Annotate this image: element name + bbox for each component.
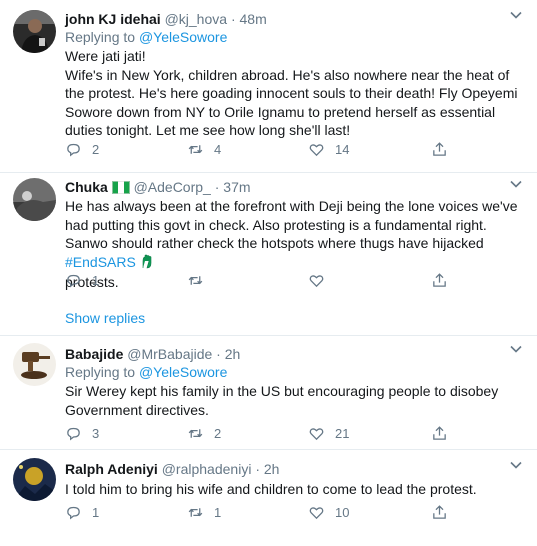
retweet-icon: [188, 145, 203, 154]
reply-button[interactable]: 3: [65, 425, 99, 442]
tweet[interactable]: Ralph Adeniyi @ralphadeniyi · 2h I told …: [0, 450, 537, 546]
retweet-button[interactable]: [187, 272, 214, 289]
reply-count: 1: [92, 273, 100, 288]
tweet[interactable]: john KJ idehai @kj_hova · 48m Replying t…: [0, 0, 537, 172]
tweet-text-line: I told him to bring his wife and childre…: [65, 481, 477, 497]
chevron-down-icon[interactable]: [509, 177, 523, 196]
user-handle[interactable]: @kj_hova: [165, 11, 227, 27]
tweet-text-line: Wife's in New York, children abroad. He'…: [65, 66, 518, 139]
replying-prefix: Replying to: [65, 29, 136, 45]
tweet-text: I told him to bring his wife and childre…: [65, 480, 520, 499]
tweet-feed: john KJ idehai @kj_hova · 48m Replying t…: [0, 0, 537, 546]
avatar[interactable]: [13, 178, 56, 221]
tweet-text: Were jati jati! Wife's in New York, chil…: [65, 47, 520, 140]
tweet-text-main: He has always been at the forefront with…: [65, 198, 518, 251]
tweet-actions: 1 1 10: [65, 504, 465, 524]
separator-dot: ·: [255, 461, 260, 477]
heart-icon: [309, 144, 324, 157]
display-name[interactable]: john KJ idehai: [65, 11, 161, 27]
separator-dot: ·: [214, 179, 220, 195]
tweet-actions: 3 2 21: [65, 425, 465, 445]
like-button[interactable]: 14: [308, 141, 349, 158]
chevron-down-icon[interactable]: [509, 342, 523, 361]
separator-dot: ·: [216, 346, 221, 362]
reply-button[interactable]: 2: [65, 141, 99, 158]
replying-to: Replying to @YeleSowore: [65, 29, 227, 45]
retweet-icon: [188, 429, 203, 438]
retweet-button[interactable]: 4: [187, 141, 221, 158]
tweet-header: john KJ idehai @kj_hova · 48m: [65, 11, 267, 27]
share-icon: [433, 505, 446, 519]
share-button[interactable]: [431, 504, 448, 521]
like-button[interactable]: 10: [308, 504, 349, 521]
retweet-count: 2: [214, 426, 222, 441]
reply-count: 3: [92, 426, 100, 441]
reply-count: 1: [92, 505, 100, 520]
replying-prefix: Replying to: [65, 364, 136, 380]
timestamp[interactable]: 2h: [225, 346, 241, 362]
share-button[interactable]: [431, 272, 448, 289]
retweet-icon: [188, 508, 203, 517]
reply-icon: [67, 506, 80, 520]
mention-link[interactable]: @YeleSowore: [139, 364, 227, 380]
separator-dot: ·: [230, 11, 236, 27]
share-icon: [433, 426, 446, 440]
mention-link[interactable]: @YeleSowore: [139, 29, 227, 45]
chevron-down-icon[interactable]: [509, 458, 523, 477]
nigeria-flag-icon: [111, 181, 130, 197]
tweet[interactable]: Babajide @MrBabajide · 2h Replying to @Y…: [0, 336, 537, 449]
show-replies-link[interactable]: Show replies: [65, 310, 145, 326]
tweet-text: Sir Werey kept his family in the US but …: [65, 382, 520, 419]
avatar[interactable]: [13, 10, 56, 53]
like-button[interactable]: [308, 272, 335, 289]
user-handle[interactable]: @ralphadeniyi: [162, 461, 252, 477]
retweet-count: 4: [214, 142, 222, 157]
retweet-count: 1: [214, 505, 222, 520]
share-button[interactable]: [431, 425, 448, 442]
tweet-header: Chuka @AdeCorp_ · 37m: [65, 179, 251, 197]
share-icon: [433, 142, 446, 156]
heart-icon: [309, 507, 324, 520]
reply-icon: [67, 427, 80, 441]
heart-icon: [309, 428, 324, 441]
replying-to: Replying to @YeleSowore: [65, 364, 227, 380]
like-count: 10: [335, 505, 350, 520]
display-name[interactable]: Babajide: [65, 346, 123, 362]
share-icon: [433, 273, 446, 287]
user-handle[interactable]: @MrBabajide: [127, 346, 212, 362]
avatar[interactable]: [13, 343, 56, 386]
tweet-actions: 1: [65, 272, 465, 292]
timestamp[interactable]: 37m: [223, 179, 250, 195]
tweet[interactable]: Chuka @AdeCorp_ · 37m He has always been…: [0, 173, 537, 333]
tweet-header: Babajide @MrBabajide · 2h: [65, 346, 240, 362]
reply-count: 2: [92, 142, 100, 157]
chevron-down-icon[interactable]: [509, 8, 523, 27]
tweet-text-line: Sir Werey kept his family in the US but …: [65, 383, 499, 418]
retweet-button[interactable]: 1: [187, 504, 221, 521]
tweet-text-line: Were jati jati!: [65, 48, 146, 64]
like-count: 14: [335, 142, 350, 157]
like-button[interactable]: 21: [308, 425, 349, 442]
reply-button[interactable]: 1: [65, 504, 99, 521]
hashtag-link[interactable]: #EndSARS: [65, 254, 136, 270]
reply-icon: [67, 274, 80, 288]
retweet-icon: [188, 276, 203, 285]
reply-icon: [67, 143, 80, 157]
heart-icon: [309, 275, 324, 288]
avatar[interactable]: [13, 458, 56, 501]
timestamp[interactable]: 48m: [240, 11, 267, 27]
display-name[interactable]: Ralph Adeniyi: [65, 461, 158, 477]
tweet-actions: 2 4 14: [65, 141, 465, 161]
timestamp[interactable]: 2h: [264, 461, 280, 477]
share-button[interactable]: [431, 141, 448, 158]
retweet-button[interactable]: 2: [187, 425, 221, 442]
reply-button[interactable]: 1: [65, 272, 99, 289]
user-handle[interactable]: @AdeCorp_: [134, 179, 211, 195]
like-count: 21: [335, 426, 350, 441]
endsars-emoji-icon: [140, 254, 154, 274]
display-name[interactable]: Chuka: [65, 179, 108, 195]
tweet-header: Ralph Adeniyi @ralphadeniyi · 2h: [65, 461, 279, 477]
